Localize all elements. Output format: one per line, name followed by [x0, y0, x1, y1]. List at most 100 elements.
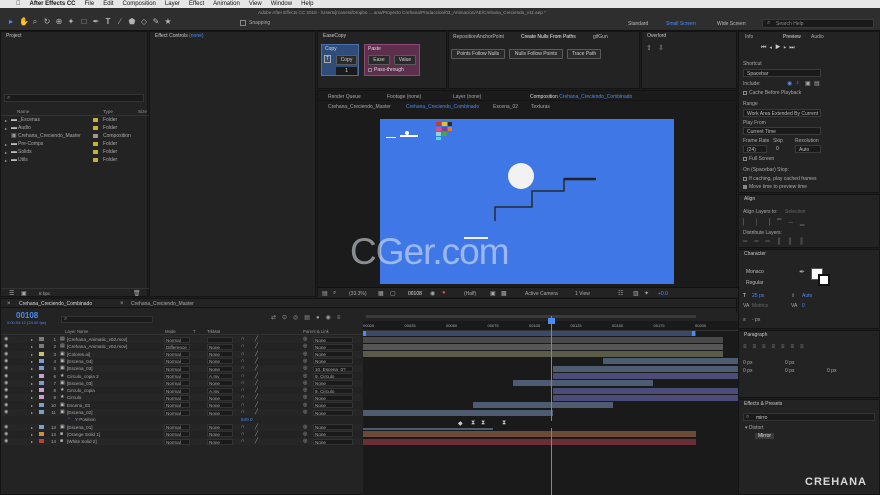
shy-icon[interactable]: ∩	[241, 431, 245, 438]
align-buttons[interactable]: ▏│▕▔─▁	[743, 219, 811, 226]
blend-mode-dropdown[interactable]: Normal	[164, 365, 190, 372]
indent-left-value[interactable]: 0 px	[743, 360, 752, 366]
label-color-swatch[interactable]	[39, 380, 44, 385]
disclosure-triangle-icon[interactable]: ▸	[5, 117, 7, 124]
always-preview-icon[interactable]: ▤	[322, 290, 328, 297]
disclosure-triangle-icon[interactable]: ▸	[31, 380, 33, 387]
copy-button[interactable]: Copy	[336, 55, 357, 65]
timeline-layer-row[interactable]: ◉ ▸ 6 ★ Circulo_copia 2 Normal A.Inv ∩ ╱ ◎ 9. Circ…	[1, 372, 362, 380]
layer-duration-bar[interactable]	[363, 438, 696, 445]
collapse-icon[interactable]: ╱	[255, 336, 258, 343]
range-dropdown[interactable]: Work Area Extended By Current T...	[743, 109, 821, 117]
clone-stamp-tool-icon[interactable]: ⬟	[128, 18, 136, 26]
search-help-field[interactable]: ⌕ Search Help	[762, 19, 874, 28]
roto-brush-tool-icon[interactable]: ✎	[152, 18, 160, 26]
menu-file[interactable]: File	[85, 1, 95, 7]
collapse-icon[interactable]: ╱	[255, 380, 258, 387]
overlord-title[interactable]: Overlord	[642, 32, 736, 41]
project-panel-title[interactable]: Project	[1, 32, 147, 41]
disclosure-triangle-icon[interactable]: ▸	[31, 394, 33, 401]
flow-escena-02[interactable]: Escena_02	[493, 104, 518, 110]
eraser-tool-icon[interactable]: ◇	[140, 18, 148, 26]
timeline-timecode[interactable]: 00108	[16, 311, 38, 320]
pick-whip-icon[interactable]: ◎	[303, 438, 307, 445]
paragraph-title[interactable]: Paragraph	[739, 331, 879, 340]
workspace-standard[interactable]: Standard	[628, 21, 648, 27]
project-item[interactable]: ▣ Crehana_Creciendo_Master Composition	[1, 133, 149, 140]
font-style-dropdown[interactable]: Regular	[743, 279, 793, 287]
track-matte-dropdown[interactable]: None	[207, 380, 233, 387]
collapse-icon[interactable]: ╱	[255, 365, 258, 372]
parent-dropdown[interactable]: None	[313, 336, 353, 343]
mask-visibility-icon[interactable]: ▢	[390, 290, 396, 297]
col-trkmat[interactable]: TrkMat	[207, 328, 220, 335]
column-name[interactable]: Name	[17, 109, 29, 114]
layer-duration-bar[interactable]	[553, 373, 738, 379]
include-audio-icon[interactable]: ♪	[796, 80, 799, 86]
workspace-small-screen[interactable]: Small Screen	[666, 21, 696, 27]
if-caching-checkbox[interactable]	[743, 176, 747, 181]
timeline-layer-row[interactable]: ◉ ▸ 13 ▣ [Escena_01] Normal None ∩ ╱ ◎ None	[1, 423, 362, 431]
video-eye-icon[interactable]: ◉	[4, 431, 8, 438]
parent-dropdown[interactable]: None	[313, 402, 353, 409]
layer-duration-bar[interactable]	[553, 387, 738, 394]
brush-tool-icon[interactable]: ∕	[116, 18, 124, 26]
parent-dropdown[interactable]: None	[313, 358, 353, 365]
video-eye-icon[interactable]: ◉	[4, 343, 8, 350]
full-screen-checkbox[interactable]	[743, 156, 747, 161]
tab-preview[interactable]: Preview	[783, 34, 801, 40]
magnification-dropdown[interactable]: (33.3%)	[349, 291, 367, 297]
camera-tool-icon[interactable]: ⊕	[55, 18, 63, 26]
project-item[interactable]: ▸ ▬ Pre-Comps Folder	[1, 141, 149, 148]
grid-icon[interactable]: ▦	[378, 290, 384, 297]
menu-help[interactable]: Help	[301, 1, 313, 7]
video-eye-icon[interactable]: ◉	[4, 380, 8, 387]
tab-combinado[interactable]: Crehana_Creciendo_Combinado	[19, 301, 92, 307]
label-color-swatch[interactable]	[39, 431, 44, 436]
collapse-icon[interactable]: ╱	[255, 351, 258, 358]
column-type[interactable]: Type	[103, 109, 113, 114]
project-item[interactable]: ▸ ▬ _Escenas Folder	[1, 117, 149, 124]
pan-behind-tool-icon[interactable]: ✦	[67, 18, 75, 26]
pick-whip-icon[interactable]: ◎	[303, 409, 307, 416]
pick-whip-icon[interactable]: ◎	[303, 387, 307, 394]
move-time-checkbox[interactable]	[743, 184, 747, 189]
selection-tool-icon[interactable]: ▸	[7, 18, 15, 26]
copy-value-field[interactable]: 1	[336, 67, 357, 75]
first-line-indent-value[interactable]: 0 px	[827, 368, 836, 374]
flow-combinado[interactable]: Crehana_Creciendo_Combinado	[406, 104, 479, 110]
overlord-push-icon[interactable]: ⇧	[646, 44, 652, 52]
roi-icon[interactable]: ▣	[490, 290, 496, 297]
property-row[interactable]: ◔ Y Position 540.0	[1, 416, 362, 424]
label-color-swatch[interactable]	[39, 395, 44, 400]
track-matte-dropdown[interactable]: None	[207, 431, 233, 438]
last-frame-icon[interactable]: ⏭	[789, 45, 797, 51]
fast-preview-icon[interactable]: ☷	[618, 290, 623, 297]
pick-whip-icon[interactable]: ◎	[303, 373, 307, 380]
snapping-checkbox[interactable]	[240, 20, 246, 26]
disclosure-triangle-icon[interactable]: ▸	[31, 373, 33, 380]
blend-mode-dropdown[interactable]: Normal	[164, 424, 190, 431]
tab-audio[interactable]: Audio	[811, 34, 824, 40]
timeline-layer-row[interactable]: ◉ ▸ 9 ★ Circulo Normal None ∩ ╱ ◎ None	[1, 394, 362, 402]
disclosure-triangle-icon[interactable]: ▸	[31, 336, 33, 343]
label-color-swatch[interactable]	[39, 439, 44, 444]
shy-icon[interactable]: ∩	[241, 402, 245, 409]
shy-icon[interactable]: ∩	[241, 409, 245, 416]
video-eye-icon[interactable]: ◉	[4, 438, 8, 445]
label-color-swatch[interactable]	[93, 118, 98, 122]
tab-create-nulls-from-paths[interactable]: Create Nulls From Paths	[521, 34, 576, 40]
disclosure-triangle-icon[interactable]: ▸	[31, 365, 33, 372]
video-eye-icon[interactable]: ◉	[4, 373, 8, 380]
disclosure-triangle-icon[interactable]: ▸	[31, 438, 33, 445]
column-size[interactable]: Size	[138, 109, 147, 114]
track-matte-dropdown[interactable]: None	[207, 424, 233, 431]
label-color-swatch[interactable]	[39, 388, 44, 393]
blend-mode-dropdown[interactable]: Normal	[164, 336, 190, 343]
pen-tool-icon[interactable]: ✒	[92, 18, 100, 26]
track-matte-dropdown[interactable]: None	[207, 438, 233, 445]
video-eye-icon[interactable]: ◉	[4, 365, 8, 372]
collapse-icon[interactable]: ╱	[255, 358, 258, 365]
pass-through-checkbox[interactable]	[368, 67, 372, 72]
collapse-icon[interactable]: ╱	[255, 424, 258, 431]
